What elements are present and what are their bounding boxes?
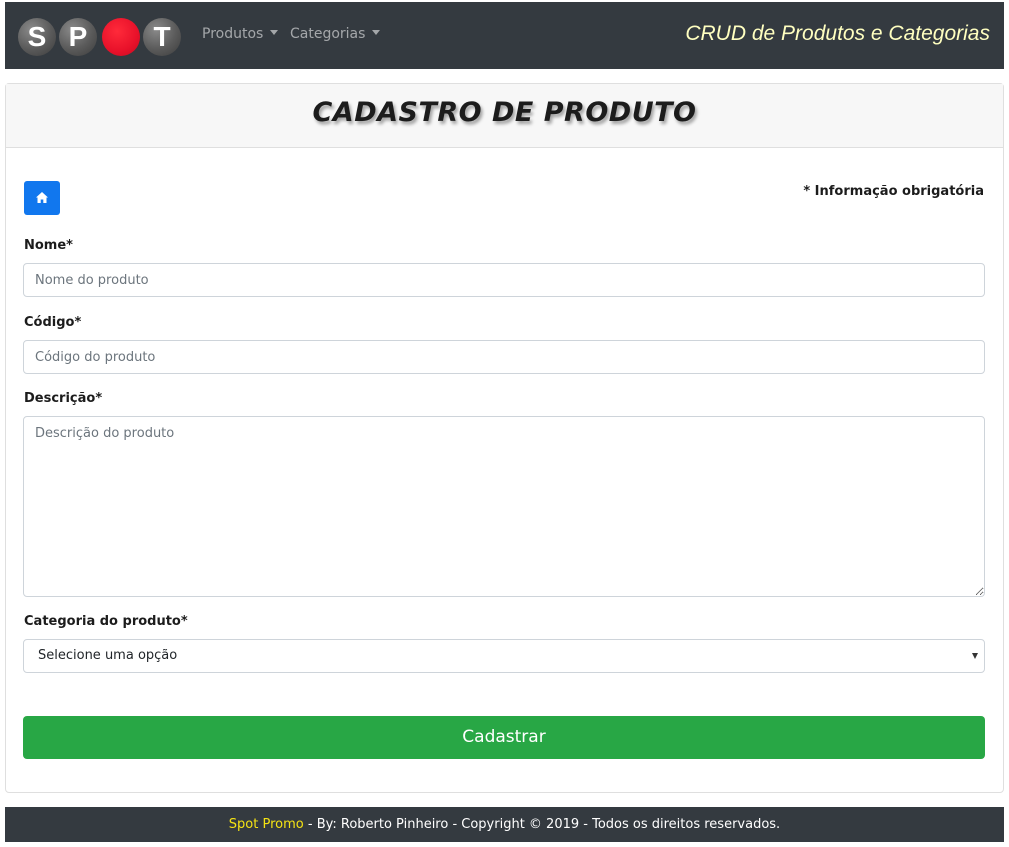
required-note: * Informação obrigatória: [803, 184, 984, 199]
logo-letter-t: T: [143, 18, 181, 56]
categoria-label: Categoria do produto*: [24, 614, 188, 629]
codigo-label: Código*: [24, 315, 82, 330]
nome-input[interactable]: [23, 263, 985, 297]
logo-letter-s: S: [18, 18, 56, 56]
nav-dropdown-produtos[interactable]: Produtos: [202, 26, 279, 42]
page-title: CADASTRO DE PRODUTO: [312, 97, 697, 128]
nav-produtos-label: Produtos: [202, 26, 264, 42]
select-arrow-icon: [972, 653, 978, 659]
nome-label: Nome*: [24, 238, 73, 253]
home-icon: [36, 192, 48, 203]
home-button[interactable]: [24, 181, 60, 215]
footer: Spot Promo - By: Roberto Pinheiro - Copy…: [5, 807, 1004, 842]
logo-red-dot: [102, 18, 140, 56]
descricao-textarea[interactable]: [23, 416, 985, 597]
nav-categorias-label: Categorias: [290, 26, 366, 42]
descricao-label: Descrição*: [24, 391, 103, 406]
card-header: CADASTRO DE PRODUTO: [6, 84, 1003, 148]
top-navbar: S P T Produtos Categorias CRUD de Produt…: [5, 2, 1004, 69]
spot-logo[interactable]: S P T: [18, 18, 183, 56]
app-title: CRUD de Produtos e Categorias: [685, 22, 990, 45]
footer-copyright: - By: Roberto Pinheiro - Copyright © 201…: [303, 817, 781, 832]
cadastrar-button[interactable]: Cadastrar: [23, 716, 985, 759]
footer-brand-link[interactable]: Spot Promo: [229, 817, 304, 832]
codigo-input[interactable]: [23, 340, 985, 374]
nav-dropdown-categorias[interactable]: Categorias: [290, 26, 381, 42]
caret-down-icon: [372, 30, 381, 35]
categoria-select[interactable]: Selecione uma opção: [23, 639, 985, 673]
product-form-card: CADASTRO DE PRODUTO * Informação obrigat…: [5, 83, 1004, 793]
logo-letter-p: P: [59, 18, 97, 56]
categoria-selected-value: Selecione uma opção: [38, 648, 178, 663]
caret-down-icon: [270, 30, 279, 35]
